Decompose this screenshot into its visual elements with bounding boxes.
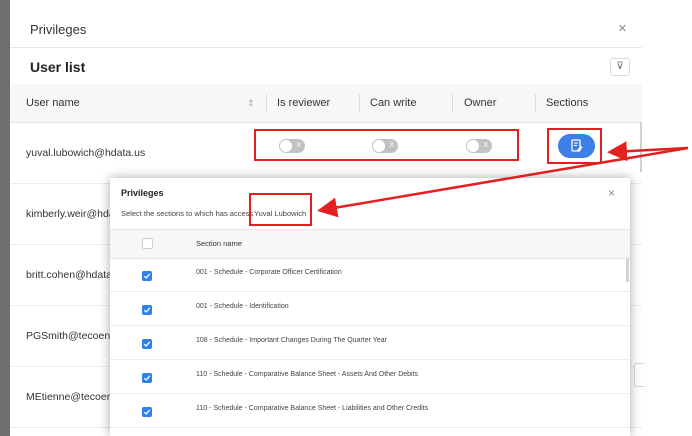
annotation-arrows: [317, 141, 689, 218]
annotation-arrow: [317, 146, 689, 218]
